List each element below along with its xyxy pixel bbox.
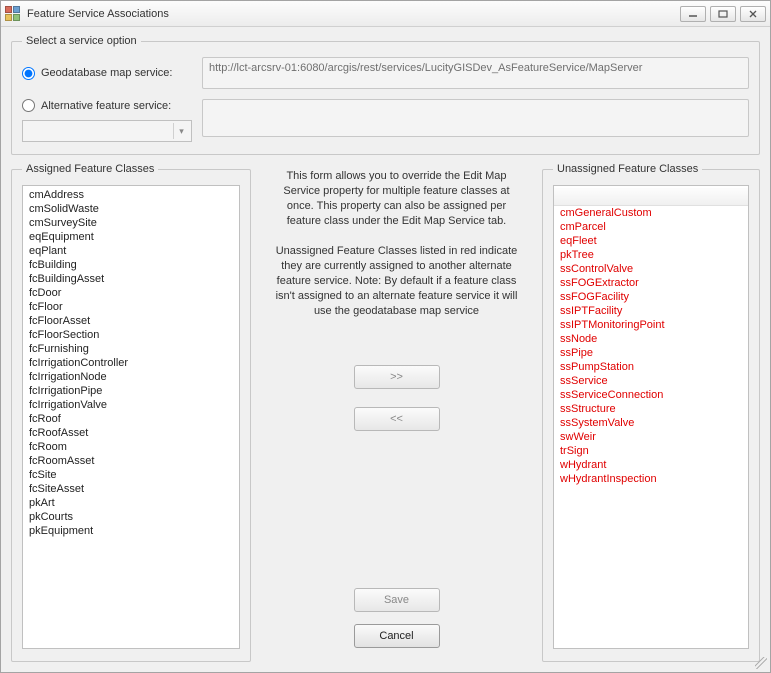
unassigned-legend: Unassigned Feature Classes xyxy=(553,163,702,175)
assigned-group: Assigned Feature Classes cmAddresscmSoli… xyxy=(11,163,251,662)
close-button[interactable] xyxy=(740,6,766,22)
cancel-button[interactable]: Cancel xyxy=(354,624,440,648)
list-item[interactable]: ssIPTMonitoringPoint xyxy=(554,318,748,332)
geo-service-radio[interactable] xyxy=(22,67,35,80)
list-item[interactable]: ssFOGExtractor xyxy=(554,276,748,290)
list-item[interactable]: pkArt xyxy=(23,496,239,510)
save-button[interactable]: Save xyxy=(354,588,440,612)
service-option-group: Select a service option Geodatabase map … xyxy=(11,35,760,155)
titlebar[interactable]: Feature Service Associations xyxy=(1,1,770,27)
window-title: Feature Service Associations xyxy=(27,8,680,20)
list-item[interactable]: wHydrant xyxy=(554,458,748,472)
list-item[interactable]: pkEquipment xyxy=(23,524,239,538)
list-item[interactable]: ssSystemValve xyxy=(554,416,748,430)
list-item[interactable]: ssPumpStation xyxy=(554,360,748,374)
list-item[interactable]: fcSiteAsset xyxy=(23,482,239,496)
client-area: Select a service option Geodatabase map … xyxy=(1,27,770,672)
list-item[interactable]: fcRoomAsset xyxy=(23,454,239,468)
list-item[interactable]: fcFloorSection xyxy=(23,328,239,342)
list-item[interactable]: ssServiceConnection xyxy=(554,388,748,402)
minimize-button[interactable] xyxy=(680,6,706,22)
list-item[interactable]: ssStructure xyxy=(554,402,748,416)
alt-service-combo[interactable]: ▾ xyxy=(22,120,192,142)
list-item[interactable]: cmSolidWaste xyxy=(23,202,239,216)
alt-service-row: Alternative feature service: ▾ xyxy=(22,99,749,142)
window-frame: Feature Service Associations Select a se… xyxy=(0,0,771,673)
list-item[interactable]: ssPipe xyxy=(554,346,748,360)
window-controls xyxy=(680,6,766,22)
list-item[interactable]: fcIrrigationController xyxy=(23,356,239,370)
service-option-legend: Select a service option xyxy=(22,35,141,47)
list-item[interactable]: trSign xyxy=(554,444,748,458)
assigned-listbox[interactable]: cmAddresscmSolidWastecmSurveySiteeqEquip… xyxy=(22,185,240,649)
list-item[interactable]: ssFOGFacility xyxy=(554,290,748,304)
alt-service-label-text: Alternative feature service: xyxy=(41,100,171,112)
list-item[interactable]: fcSite xyxy=(23,468,239,482)
list-item[interactable]: fcIrrigationNode xyxy=(23,370,239,384)
list-item[interactable]: fcDoor xyxy=(23,286,239,300)
list-item[interactable]: cmAddress xyxy=(23,188,239,202)
list-item[interactable]: fcBuilding xyxy=(23,258,239,272)
resize-grip[interactable] xyxy=(755,657,767,669)
list-item[interactable]: pkCourts xyxy=(23,510,239,524)
chevron-down-icon: ▾ xyxy=(173,123,189,139)
list-item[interactable]: pkTree xyxy=(554,248,748,262)
info-paragraph-2: Unassigned Feature Classes listed in red… xyxy=(267,242,526,318)
list-item[interactable]: cmSurveySite xyxy=(23,216,239,230)
list-item[interactable]: fcFloor xyxy=(23,300,239,314)
alt-service-url xyxy=(202,99,749,137)
list-item[interactable]: ssService xyxy=(554,374,748,388)
alt-service-radio-label[interactable]: Alternative feature service: xyxy=(22,99,192,112)
alt-service-radio[interactable] xyxy=(22,99,35,112)
list-item[interactable]: ssControlValve xyxy=(554,262,748,276)
unassigned-listbox[interactable]: cmGeneralCustomcmParceleqFleetpkTreessCo… xyxy=(553,185,749,649)
list-item[interactable]: fcBuildingAsset xyxy=(23,272,239,286)
list-item[interactable]: eqEquipment xyxy=(23,230,239,244)
list-item[interactable]: eqFleet xyxy=(554,234,748,248)
move-right-button[interactable]: >> xyxy=(354,365,440,389)
list-item[interactable]: cmGeneralCustom xyxy=(554,206,748,220)
list-item[interactable]: cmParcel xyxy=(554,220,748,234)
list-item[interactable]: fcIrrigationValve xyxy=(23,398,239,412)
info-paragraph-1: This form allows you to override the Edi… xyxy=(267,167,526,228)
list-item[interactable]: fcFloorAsset xyxy=(23,314,239,328)
list-item[interactable]: ssIPTFacility xyxy=(554,304,748,318)
list-item[interactable]: fcFurnishing xyxy=(23,342,239,356)
unassigned-header-blank xyxy=(554,188,748,206)
list-item[interactable]: fcIrrigationPipe xyxy=(23,384,239,398)
geo-service-radio-label[interactable]: Geodatabase map service: xyxy=(22,67,192,80)
geo-service-row: Geodatabase map service: http://lct-arcs… xyxy=(22,57,749,89)
unassigned-group: Unassigned Feature Classes cmGeneralCust… xyxy=(542,163,760,662)
list-item[interactable]: fcRoof xyxy=(23,412,239,426)
middle-column: This form allows you to override the Edi… xyxy=(259,163,534,662)
app-icon xyxy=(5,6,21,22)
list-item[interactable]: fcRoofAsset xyxy=(23,426,239,440)
list-item[interactable]: fcRoom xyxy=(23,440,239,454)
list-item[interactable]: eqPlant xyxy=(23,244,239,258)
maximize-button[interactable] xyxy=(710,6,736,22)
lower-pane: Assigned Feature Classes cmAddresscmSoli… xyxy=(11,163,760,662)
geo-service-url: http://lct-arcsrv-01:6080/arcgis/rest/se… xyxy=(202,57,749,89)
geo-service-label-text: Geodatabase map service: xyxy=(41,67,172,79)
list-item[interactable]: wHydrantInspection xyxy=(554,472,748,486)
list-item[interactable]: ssNode xyxy=(554,332,748,346)
assigned-legend: Assigned Feature Classes xyxy=(22,163,158,175)
move-left-button[interactable]: << xyxy=(354,407,440,431)
list-item[interactable]: swWeir xyxy=(554,430,748,444)
